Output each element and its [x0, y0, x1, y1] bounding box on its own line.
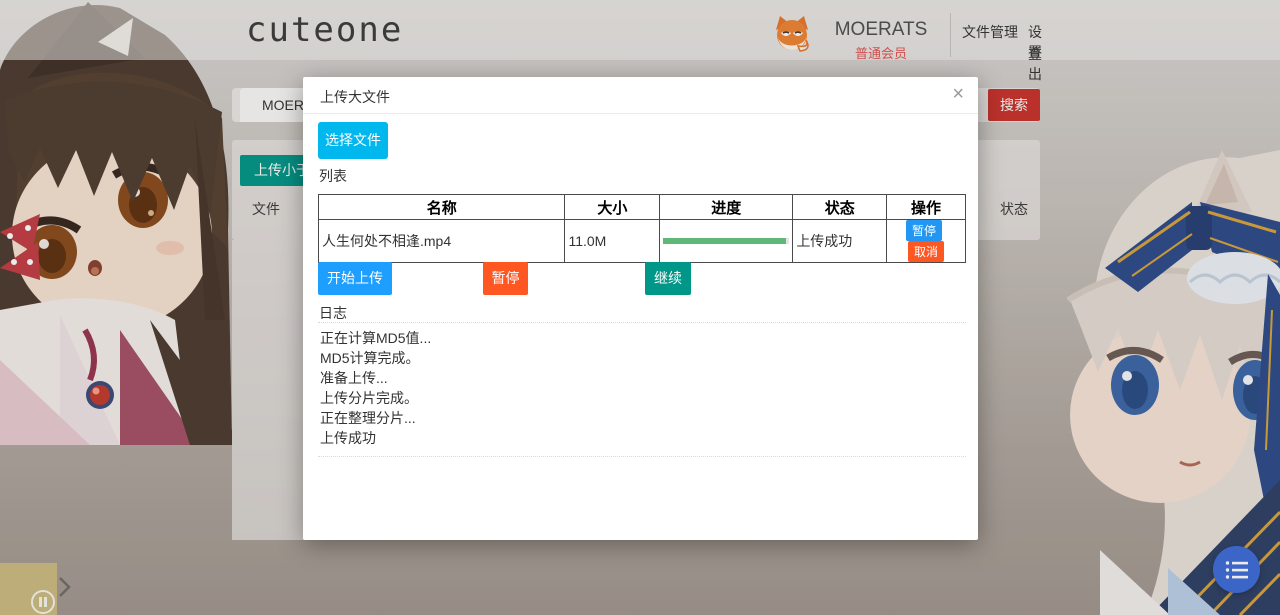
- log-line: 准备上传...: [320, 368, 964, 388]
- header-progress: 进度: [660, 195, 793, 220]
- upload-large-file-modal: 上传大文件 × 选择文件 列表 名称 大小 进度 状态 操作 人生何处不相逢.m…: [303, 77, 978, 540]
- modal-header: 上传大文件 ×: [303, 77, 978, 114]
- progress-cell: [660, 220, 793, 263]
- choose-file-button[interactable]: 选择文件: [318, 122, 388, 159]
- list-label: 列表: [319, 166, 347, 186]
- close-icon[interactable]: ×: [952, 83, 964, 106]
- progress-bar: [663, 238, 789, 244]
- row-pause-button[interactable]: 暂停: [906, 220, 942, 241]
- log-line: 正在计算MD5值...: [320, 328, 964, 348]
- table-header-row: 名称 大小 进度 状态 操作: [319, 195, 966, 220]
- start-upload-button[interactable]: 开始上传: [318, 262, 392, 295]
- header-name: 名称: [319, 195, 565, 220]
- log-label: 日志: [319, 303, 347, 323]
- file-name-cell: 人生何处不相逢.mp4: [319, 220, 565, 263]
- header-status: 状态: [793, 195, 887, 220]
- table-row: 人生何处不相逢.mp4 11.0M 上传成功 暂停取消: [319, 220, 966, 263]
- pause-upload-button[interactable]: 暂停: [483, 262, 528, 295]
- log-line: 上传分片完成。: [320, 388, 964, 408]
- status-cell: 上传成功: [793, 220, 887, 263]
- row-cancel-button[interactable]: 取消: [908, 241, 944, 262]
- resume-upload-button[interactable]: 继续: [645, 262, 691, 295]
- header-operation: 操作: [887, 195, 966, 220]
- upload-queue-table: 名称 大小 进度 状态 操作 人生何处不相逢.mp4 11.0M 上传成功 暂停…: [318, 194, 966, 263]
- progress-fill: [663, 238, 785, 244]
- operation-cell: 暂停取消: [887, 220, 966, 263]
- log-line: MD5计算完成。: [320, 348, 964, 368]
- file-size-cell: 11.0M: [565, 220, 660, 263]
- page: cuteone MOERATS 普通会员 文件管理 设置 登出 MOERA 搜索: [0, 0, 1280, 615]
- log-line: 上传成功: [320, 428, 964, 448]
- header-size: 大小: [565, 195, 660, 220]
- log-box: 正在计算MD5值... MD5计算完成。 准备上传... 上传分片完成。 正在整…: [318, 322, 966, 457]
- log-line: 正在整理分片...: [320, 408, 964, 428]
- modal-title: 上传大文件: [320, 87, 390, 107]
